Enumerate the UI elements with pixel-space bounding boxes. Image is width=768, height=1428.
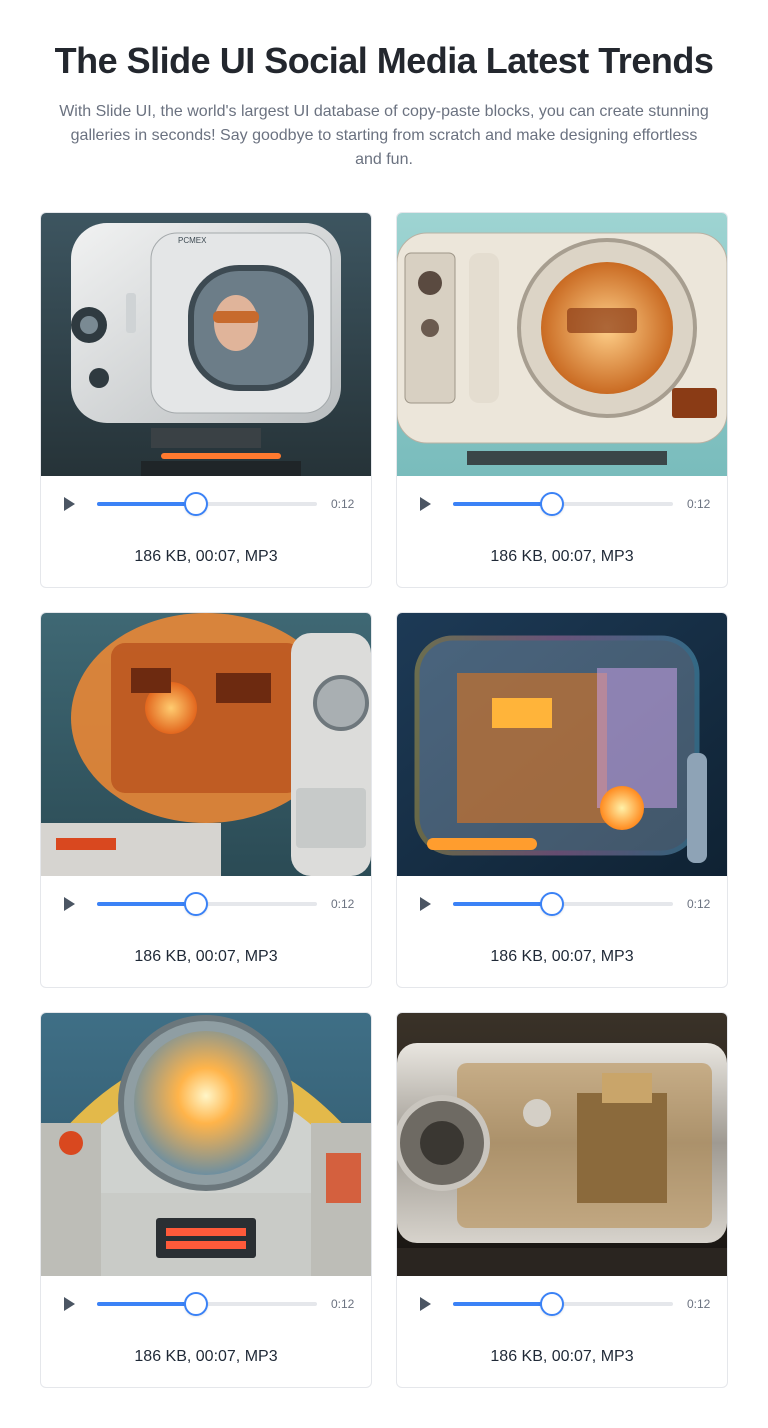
progress-fill: [453, 502, 552, 506]
audio-card: PCMEX 0:12 186 KB, 00:07, MP3: [40, 212, 372, 588]
play-icon[interactable]: [417, 1296, 433, 1312]
audio-player: 0:12: [41, 876, 371, 932]
audio-player: 0:12: [41, 1276, 371, 1332]
svg-text:PCMEX: PCMEX: [178, 236, 207, 245]
retro-tv-robot-image: PCMEX: [41, 213, 371, 476]
orange-glass-robot-image: [41, 613, 371, 876]
play-icon[interactable]: [61, 1296, 77, 1312]
progress-fill: [97, 902, 196, 906]
play-icon[interactable]: [417, 496, 433, 512]
progress-fill: [97, 502, 196, 506]
audio-card: 0:12 186 KB, 00:07, MP3: [40, 612, 372, 988]
page-subtitle: With Slide UI, the world's largest UI da…: [59, 103, 709, 168]
progress-slider[interactable]: [97, 892, 317, 916]
time-label: 0:12: [687, 897, 711, 911]
chrome-engine-case-image: [397, 1013, 727, 1276]
audio-player: 0:12: [397, 876, 727, 932]
slider-thumb[interactable]: [540, 492, 564, 516]
progress-slider[interactable]: [97, 1292, 317, 1316]
audio-player: 0:12: [397, 476, 727, 532]
retro-washer-robot-image: [397, 213, 727, 476]
progress-slider[interactable]: [97, 492, 317, 516]
file-meta: 186 KB, 00:07, MP3: [134, 1348, 278, 1365]
audio-player: 0:12: [41, 476, 371, 532]
time-label: 0:12: [687, 1297, 711, 1311]
file-meta: 186 KB, 00:07, MP3: [134, 948, 278, 965]
slider-thumb[interactable]: [540, 892, 564, 916]
progress-slider[interactable]: [453, 892, 673, 916]
file-meta: 186 KB, 00:07, MP3: [490, 1348, 634, 1365]
audio-card: 0:12 186 KB, 00:07, MP3: [396, 612, 728, 988]
progress-slider[interactable]: [453, 492, 673, 516]
page-title: The Slide UI Social Media Latest Trends: [54, 40, 714, 81]
slider-thumb[interactable]: [184, 492, 208, 516]
audio-card: 0:12 186 KB, 00:07, MP3: [396, 212, 728, 588]
jukebox-dome-image: [41, 1013, 371, 1276]
slider-thumb[interactable]: [540, 1292, 564, 1316]
audio-player: 0:12: [397, 1276, 727, 1332]
file-meta: 186 KB, 00:07, MP3: [490, 948, 634, 965]
file-meta: 186 KB, 00:07, MP3: [490, 548, 634, 565]
slider-thumb[interactable]: [184, 1292, 208, 1316]
progress-fill: [453, 902, 552, 906]
time-label: 0:12: [687, 497, 711, 511]
play-icon[interactable]: [417, 896, 433, 912]
neon-glass-machine-image: [397, 613, 727, 876]
time-label: 0:12: [331, 497, 355, 511]
time-label: 0:12: [331, 1297, 355, 1311]
slider-thumb[interactable]: [184, 892, 208, 916]
progress-fill: [97, 1302, 196, 1306]
progress-slider[interactable]: [453, 1292, 673, 1316]
play-icon[interactable]: [61, 496, 77, 512]
progress-fill: [453, 1302, 552, 1306]
audio-card: 0:12 186 KB, 00:07, MP3: [40, 1012, 372, 1388]
play-icon[interactable]: [61, 896, 77, 912]
file-meta: 186 KB, 00:07, MP3: [134, 548, 278, 565]
time-label: 0:12: [331, 897, 355, 911]
audio-card: 0:12 186 KB, 00:07, MP3: [396, 1012, 728, 1388]
